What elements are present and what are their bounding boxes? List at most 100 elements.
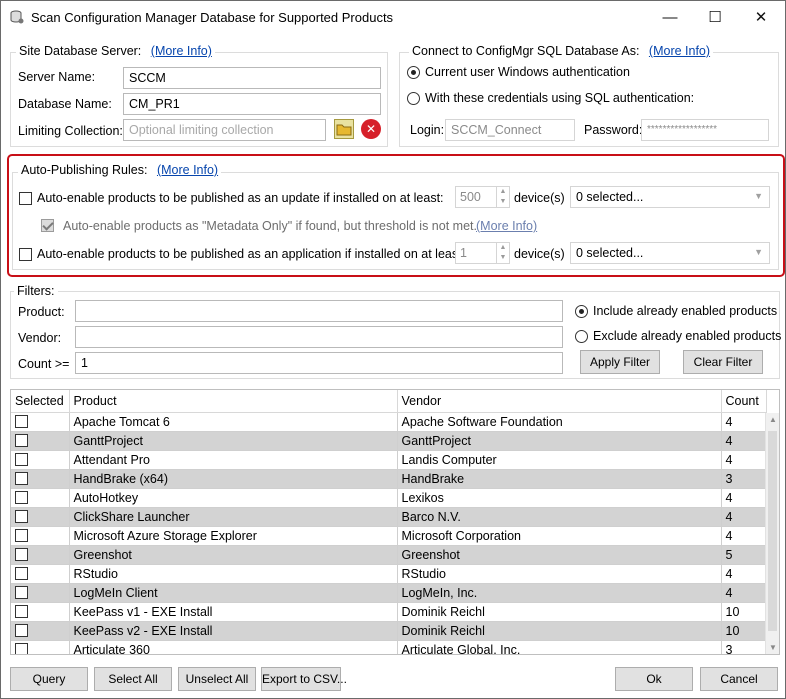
row-select-checkbox[interactable] [15, 414, 28, 428]
vendor-cell: RStudio [397, 564, 722, 584]
auto-application-checkbox[interactable] [19, 248, 32, 261]
vendor-cell: Dominik Reichl [397, 621, 722, 641]
close-button[interactable]: ✕ [738, 1, 784, 33]
column-header-product[interactable]: Product [69, 390, 398, 413]
row-select-checkbox[interactable] [15, 585, 28, 599]
row-select-checkbox[interactable] [15, 566, 28, 580]
grid-scrollbar[interactable]: ▲ ▼ [765, 413, 779, 654]
row-select-cell[interactable] [11, 469, 70, 489]
update-units-label: device(s) [514, 191, 565, 205]
column-header-vendor[interactable]: Vendor [397, 390, 722, 413]
product-filter-input[interactable] [75, 300, 563, 322]
row-select-cell[interactable] [11, 564, 70, 584]
table-row[interactable]: KeePass v2 - EXE Install Dominik Reichl 10 [11, 621, 767, 641]
table-row[interactable]: Articulate 360 Articulate Global, Inc. 3 [11, 640, 767, 654]
unselect-all-button[interactable]: Unselect All [178, 667, 256, 691]
row-select-checkbox[interactable] [15, 490, 28, 504]
row-select-checkbox[interactable] [15, 452, 28, 466]
query-button[interactable]: Query [10, 667, 88, 691]
password-input[interactable]: ****************** [641, 119, 769, 141]
count-filter-input[interactable]: 1 [75, 352, 563, 374]
row-select-checkbox[interactable] [15, 509, 28, 523]
exclude-enabled-radio[interactable] [575, 330, 588, 343]
row-select-checkbox[interactable] [15, 642, 28, 654]
browse-folder-button[interactable] [334, 119, 354, 139]
include-enabled-radio[interactable] [575, 305, 588, 318]
database-name-label: Database Name: [18, 97, 112, 111]
product-cell: Articulate 360 [69, 640, 398, 654]
ok-button[interactable]: Ok [615, 667, 693, 691]
row-select-cell[interactable] [11, 640, 70, 654]
table-row[interactable]: LogMeIn Client LogMeIn, Inc. 4 [11, 583, 767, 603]
column-header-selected[interactable]: Selected [11, 390, 70, 413]
application-threshold-value: 1 [460, 246, 467, 260]
export-csv-button[interactable]: Export to CSV... [261, 667, 347, 691]
row-select-cell[interactable] [11, 431, 70, 451]
vendor-filter-input[interactable] [75, 326, 563, 348]
scroll-up-icon[interactable]: ▲ [769, 415, 777, 424]
table-row[interactable]: Microsoft Azure Storage Explorer Microsof… [11, 526, 767, 546]
window-title: Scan Configuration Manager Database for … [31, 10, 394, 25]
clear-filter-button[interactable]: Clear Filter [683, 350, 763, 374]
table-row[interactable]: Attendant Pro Landis Computer 4 [11, 450, 767, 470]
windows-auth-radio[interactable] [407, 66, 420, 79]
row-select-cell[interactable] [11, 583, 70, 603]
maximize-button[interactable]: ☐ [692, 1, 738, 33]
count-cell: 4 [721, 488, 767, 508]
database-name-input[interactable]: CM_PR1 [123, 93, 381, 115]
row-select-cell[interactable] [11, 602, 70, 622]
table-row[interactable]: AutoHotkey Lexikos 4 [11, 488, 767, 508]
sql-auth-radio[interactable] [407, 92, 420, 105]
cancel-button[interactable]: Cancel [700, 667, 778, 691]
scroll-down-icon[interactable]: ▼ [769, 643, 777, 652]
auto-publishing-more-info-link[interactable]: (More Info) [157, 163, 218, 177]
row-select-cell[interactable] [11, 621, 70, 641]
row-select-checkbox[interactable] [15, 433, 28, 447]
spinner-arrows-icon[interactable]: ▲ ▼ [496, 187, 509, 207]
update-categories-combo[interactable]: 0 selected... ▼ [570, 186, 770, 208]
minimize-button[interactable]: — [647, 1, 693, 33]
table-row[interactable]: GanttProject GanttProject 4 [11, 431, 767, 451]
select-all-button[interactable]: Select All [94, 667, 172, 691]
row-select-checkbox[interactable] [15, 604, 28, 618]
row-select-cell[interactable] [11, 526, 70, 546]
application-categories-combo[interactable]: 0 selected... ▼ [570, 242, 770, 264]
product-cell: LogMeIn Client [69, 583, 398, 603]
row-select-checkbox[interactable] [15, 528, 28, 542]
update-threshold-spinner[interactable]: 500 ▲ ▼ [455, 186, 510, 208]
table-row[interactable]: HandBrake (x64) HandBrake 3 [11, 469, 767, 489]
application-threshold-spinner[interactable]: 1 ▲ ▼ [455, 242, 510, 264]
spinner-arrows-icon[interactable]: ▲ ▼ [496, 243, 509, 263]
connect-more-info-link[interactable]: (More Info) [649, 44, 710, 58]
scrollbar-thumb[interactable] [768, 431, 777, 631]
table-row[interactable]: RStudio RStudio 4 [11, 564, 767, 584]
update-combo-value: 0 selected... [576, 190, 644, 204]
update-threshold-value: 500 [460, 190, 481, 204]
row-select-cell[interactable] [11, 545, 70, 565]
table-row[interactable]: KeePass v1 - EXE Install Dominik Reichl 10 [11, 602, 767, 622]
row-select-checkbox[interactable] [15, 623, 28, 637]
row-select-checkbox[interactable] [15, 547, 28, 561]
table-row[interactable]: ClickShare Launcher Barco N.V. 4 [11, 507, 767, 527]
row-select-cell[interactable] [11, 450, 70, 470]
server-name-input[interactable]: SCCM [123, 67, 381, 89]
apply-filter-button[interactable]: Apply Filter [580, 350, 660, 374]
products-grid[interactable]: Selected Product Vendor Count Apache Tom… [10, 389, 780, 655]
row-select-cell[interactable] [11, 412, 70, 432]
clear-collection-icon[interactable]: ✕ [361, 119, 381, 139]
metadata-only-label: Auto-enable products as "Metadata Only" … [63, 219, 477, 233]
site-database-more-info-link[interactable]: (More Info) [151, 44, 212, 58]
auto-update-label: Auto-enable products to be published as … [37, 191, 444, 205]
table-row[interactable]: Apache Tomcat 6 Apache Software Foundatio… [11, 412, 767, 432]
limiting-collection-input[interactable]: Optional limiting collection [123, 119, 326, 141]
auto-update-checkbox[interactable] [19, 192, 32, 205]
column-header-count[interactable]: Count [721, 390, 767, 413]
metadata-more-info-link[interactable]: (More Info) [476, 219, 537, 233]
row-select-cell[interactable] [11, 507, 70, 527]
vendor-cell: HandBrake [397, 469, 722, 489]
row-select-cell[interactable] [11, 488, 70, 508]
table-row[interactable]: Greenshot Greenshot 5 [11, 545, 767, 565]
metadata-only-checkbox[interactable] [41, 219, 54, 232]
login-input[interactable]: SCCM_Connect [445, 119, 575, 141]
row-select-checkbox[interactable] [15, 471, 28, 485]
